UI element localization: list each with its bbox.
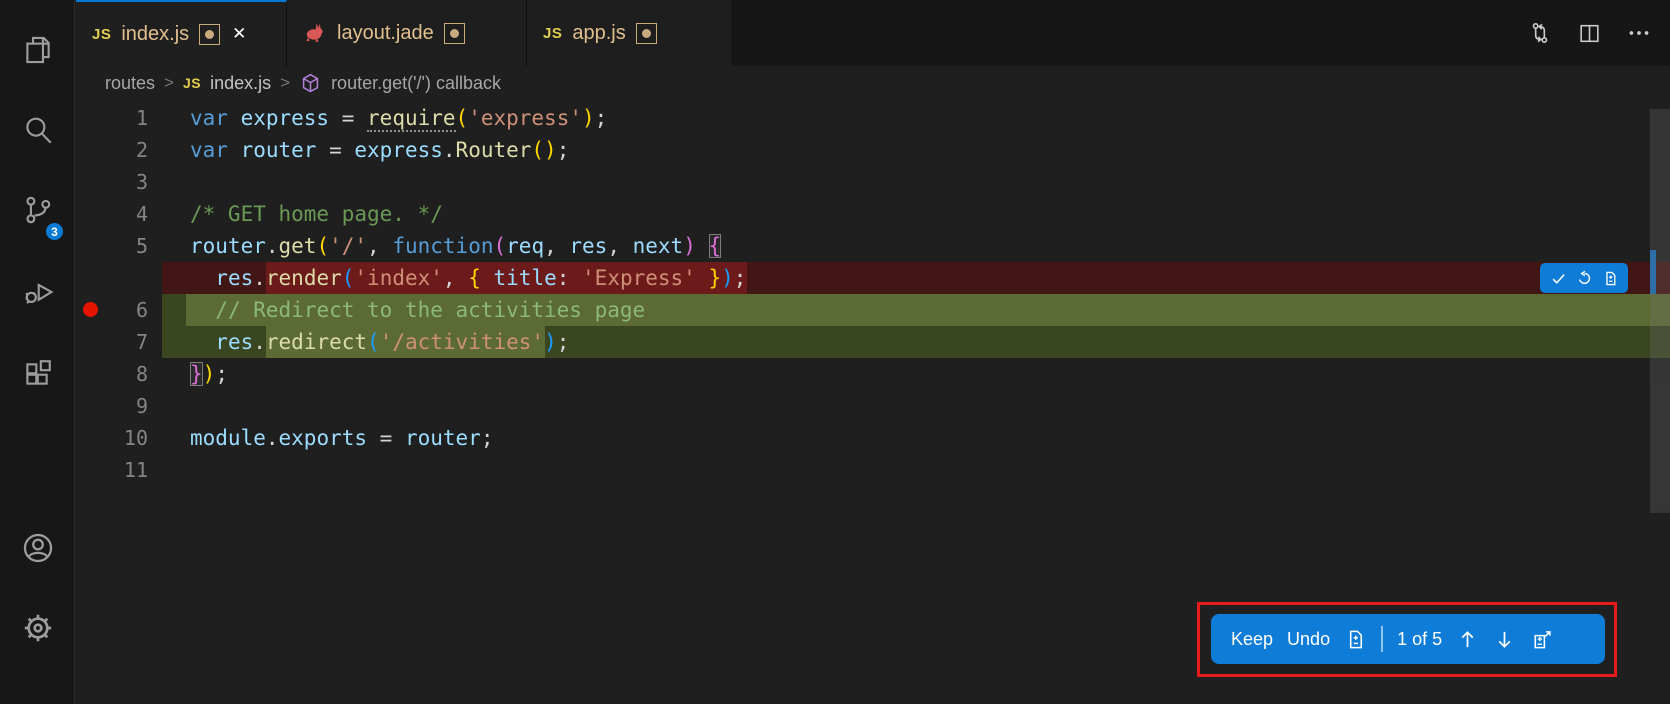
code-line: 2 var router = express.Router(); [76, 134, 1670, 166]
edit-counter: 1 of 5 [1397, 629, 1442, 650]
account-icon [20, 530, 56, 566]
jade-icon [303, 21, 327, 45]
code-content[interactable] [162, 166, 1670, 198]
code-line: res.render('index', { title: 'Express' }… [76, 262, 1670, 294]
js-icon: JS [543, 25, 562, 42]
separator [1381, 626, 1383, 652]
tab-label: app.js [572, 22, 625, 45]
code-content[interactable]: router.get('/', function(req, res, next)… [162, 230, 1670, 262]
code-line: 5 router.get('/', function(req, res, next… [76, 230, 1670, 262]
tab-app-js[interactable]: JS app.js [527, 0, 733, 66]
sidebar-item-explorer[interactable] [0, 22, 75, 78]
next-edit-arrow-down-icon[interactable] [1493, 628, 1516, 651]
symbol-method-icon [299, 72, 322, 95]
code-line: 4 /* GET home page. */ [76, 198, 1670, 230]
source-control-badge: 3 [44, 221, 65, 242]
sidebar-item-extensions[interactable] [0, 346, 75, 402]
inline-diff-toolbar [1540, 263, 1628, 293]
view-all-edits-icon[interactable] [1530, 628, 1553, 651]
line-number[interactable]: 9 [76, 390, 148, 422]
modified-indicator-icon[interactable] [636, 23, 657, 44]
activity-bar: 3 [0, 0, 75, 704]
editor-actions [1527, 0, 1652, 66]
undo-button[interactable]: Undo [1287, 629, 1330, 650]
breadcrumb: routes > JS index.js > router.get('/') c… [105, 66, 501, 100]
line-number[interactable]: 11 [76, 454, 148, 486]
more-actions-icon[interactable] [1626, 20, 1652, 46]
close-icon[interactable]: ✕ [230, 24, 246, 44]
code-content[interactable]: module.exports = router; [162, 422, 1670, 454]
code-line: 1 var express = require('express'); [76, 102, 1670, 134]
code-line: 11 [76, 454, 1670, 486]
tab-label: index.js [121, 23, 189, 46]
sidebar-item-settings[interactable] [0, 600, 75, 656]
code-editor: 1 var express = require('express'); 2 var r… [76, 102, 1670, 486]
code-content[interactable]: // Redirect to the activities page [162, 294, 1670, 326]
code-content[interactable]: res.render('index', { title: 'Express' }… [162, 262, 1670, 294]
code-line: 10 module.exports = router; [76, 422, 1670, 454]
line-number[interactable]: 2 [76, 134, 148, 166]
gear-icon [20, 610, 56, 646]
code-content[interactable]: var express = require('express'); [162, 102, 1670, 134]
code-line: 7 res.redirect('/activities'); [76, 326, 1670, 358]
breadcrumb-symbol[interactable]: router.get('/') callback [331, 73, 501, 94]
keep-button[interactable]: Keep [1231, 629, 1273, 650]
js-icon: JS [183, 75, 201, 91]
sidebar-item-accounts[interactable] [0, 520, 75, 576]
code-line: 8}); [76, 358, 1670, 390]
code-content[interactable]: var router = express.Router(); [162, 134, 1670, 166]
search-icon [21, 113, 55, 147]
line-number[interactable]: 7 [76, 326, 148, 358]
sidebar-item-source-control[interactable]: 3 [0, 182, 75, 238]
breadcrumb-file[interactable]: index.js [210, 73, 271, 94]
chevron-right-icon: > [164, 73, 174, 93]
code-line: 6 // Redirect to the activities page [76, 294, 1670, 326]
modified-indicator-icon[interactable] [444, 23, 465, 44]
modified-indicator-icon[interactable] [199, 24, 220, 45]
code-content[interactable] [162, 390, 1670, 422]
js-icon: JS [92, 26, 111, 43]
overview-ruler-modified-marker [1650, 250, 1656, 294]
split-editor-icon[interactable] [1577, 21, 1602, 46]
compare-changes-icon[interactable] [1527, 20, 1553, 46]
code-content[interactable]: res.redirect('/activities'); [162, 326, 1670, 358]
line-number[interactable] [76, 262, 148, 294]
diff-file-icon[interactable] [1602, 270, 1619, 287]
chevron-right-icon: > [280, 73, 290, 93]
sidebar-item-run-debug[interactable] [0, 264, 75, 320]
undo-icon[interactable] [1576, 270, 1593, 287]
diff-file-icon[interactable] [1344, 628, 1367, 651]
code-line: 3 [76, 166, 1670, 198]
copilot-edits-bar: Keep Undo 1 of 5 [1211, 614, 1605, 664]
line-number[interactable]: 3 [76, 166, 148, 198]
files-icon [21, 33, 55, 67]
tab-label: layout.jade [337, 22, 434, 45]
code-content[interactable]: }); [162, 358, 1670, 390]
line-number[interactable]: 1 [76, 102, 148, 134]
scrollbar-slider[interactable] [1650, 109, 1670, 513]
line-number[interactable]: 8 [76, 358, 148, 390]
tab-bar: JS index.js ✕ layout.jade JS app.js [76, 0, 1670, 66]
extensions-icon [21, 357, 55, 391]
tab-layout-jade[interactable]: layout.jade [287, 0, 527, 66]
code-content[interactable] [162, 454, 1670, 486]
run-debug-icon [21, 275, 55, 309]
code-content[interactable]: /* GET home page. */ [162, 198, 1670, 230]
previous-edit-arrow-up-icon[interactable] [1456, 628, 1479, 651]
breakpoint-dot[interactable] [83, 302, 98, 317]
sidebar-item-search[interactable] [0, 102, 75, 158]
line-number[interactable]: 4 [76, 198, 148, 230]
tab-index-js[interactable]: JS index.js ✕ [76, 0, 287, 66]
breadcrumb-folder[interactable]: routes [105, 73, 155, 94]
check-icon[interactable] [1550, 270, 1567, 287]
line-number[interactable]: 5 [76, 230, 148, 262]
code-line: 9 [76, 390, 1670, 422]
line-number[interactable]: 10 [76, 422, 148, 454]
